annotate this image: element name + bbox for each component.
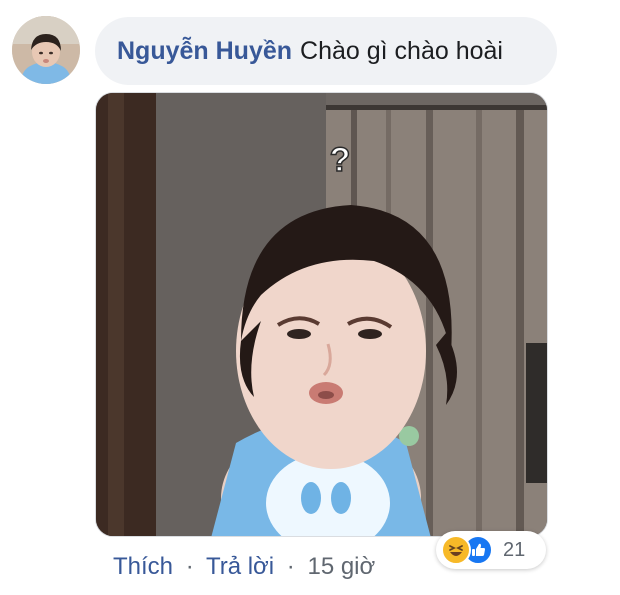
separator-dot: · (286, 553, 295, 580)
reply-link[interactable]: Trả lời (206, 553, 274, 580)
comment-bubble: Nguyễn Huyền Chào gì chào hoài (95, 17, 557, 85)
comment-author[interactable]: Nguyễn Huyền (117, 37, 292, 66)
confused-child-image: ? (96, 93, 547, 536)
timestamp[interactable]: 15 giờ (307, 553, 375, 580)
reaction-summary[interactable]: 21 (436, 531, 546, 569)
separator-dot: · (185, 553, 194, 580)
reaction-count: 21 (503, 538, 526, 561)
question-mark-overlay: ? (330, 141, 351, 179)
comment-actions: Thích · Trả lời · 15 giờ (113, 553, 375, 581)
haha-icon (441, 535, 471, 565)
comment-text: Chào gì chào hoài (300, 36, 503, 65)
comment-photo[interactable]: ? (95, 92, 548, 537)
avatar[interactable] (12, 16, 80, 84)
child-avatar-image (12, 16, 80, 84)
like-link[interactable]: Thích (113, 553, 173, 580)
